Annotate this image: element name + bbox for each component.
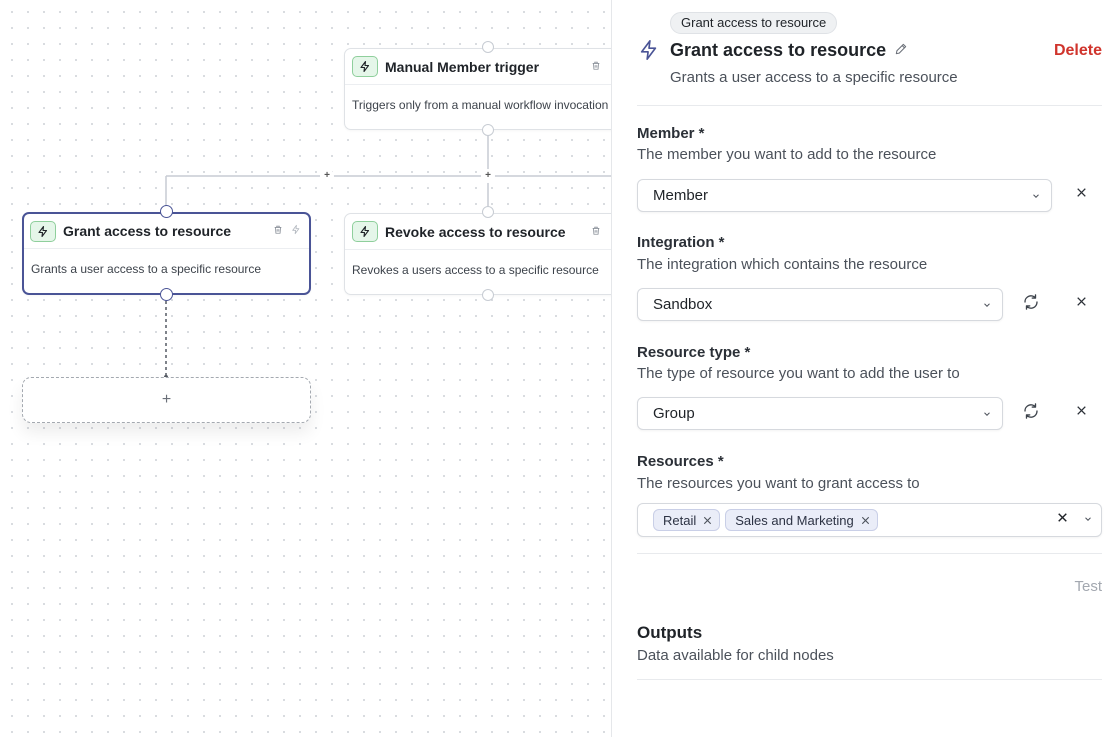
close-icon bbox=[1075, 186, 1088, 204]
resource-tag: Sales and Marketing bbox=[725, 509, 878, 531]
node-config-panel: Grant access to resource Grant access to… bbox=[611, 0, 1120, 737]
resource-type-help: The type of resource you want to add the… bbox=[637, 365, 960, 382]
add-branch-button[interactable]: + bbox=[481, 169, 495, 183]
chevron-down-icon bbox=[982, 409, 992, 419]
panel-title: Grant access to resource bbox=[670, 40, 908, 61]
close-icon bbox=[1075, 295, 1088, 313]
member-select-value: Member bbox=[653, 187, 709, 204]
node-type-chip: Grant access to resource bbox=[670, 12, 838, 34]
member-label: Member * bbox=[637, 125, 705, 142]
integration-label: Integration * bbox=[637, 234, 725, 251]
node-grant-access[interactable]: Grant access to resource Grants a user a… bbox=[22, 212, 311, 295]
resources-help: The resources you want to grant access t… bbox=[637, 475, 920, 492]
clear-integration-button[interactable] bbox=[1070, 293, 1092, 315]
node-title: Revoke access to resource bbox=[385, 223, 566, 240]
add-branch-button[interactable]: + bbox=[320, 169, 334, 183]
node-description: Revokes a users access to a specific res… bbox=[352, 263, 599, 277]
panel-subtitle: Grants a user access to a specific resou… bbox=[670, 69, 958, 86]
bolt-icon bbox=[638, 38, 660, 67]
bolt-icon bbox=[352, 221, 378, 242]
integration-select[interactable]: Sandbox bbox=[637, 288, 1003, 321]
panel-title-text: Grant access to resource bbox=[670, 40, 887, 60]
node-manual-member-trigger[interactable]: Manual Member trigger Triggers only from… bbox=[344, 48, 612, 130]
chevron-down-icon[interactable] bbox=[1083, 511, 1093, 529]
node-output-handle[interactable] bbox=[160, 288, 173, 301]
node-output-handle[interactable] bbox=[482, 289, 494, 301]
node-description: Triggers only from a manual workflow inv… bbox=[352, 98, 609, 112]
divider bbox=[637, 553, 1102, 554]
refresh-integration-button[interactable] bbox=[1020, 293, 1042, 315]
node-header: Grant access to resource bbox=[24, 214, 309, 249]
node-title: Manual Member trigger bbox=[385, 58, 540, 75]
node-description: Grants a user access to a specific resou… bbox=[31, 262, 262, 276]
divider bbox=[637, 105, 1102, 106]
resources-multiselect[interactable]: Retail Sales and Marketing bbox=[637, 503, 1102, 537]
close-icon[interactable] bbox=[702, 515, 713, 526]
workflow-canvas[interactable]: + + Manual Member trigger Triggers only … bbox=[0, 0, 612, 737]
resource-type-select[interactable]: Group bbox=[637, 397, 1003, 430]
node-header: Manual Member trigger bbox=[345, 49, 612, 85]
node-input-handle[interactable] bbox=[482, 41, 494, 53]
clear-resource-type-button[interactable] bbox=[1070, 402, 1092, 424]
resource-tag-label: Retail bbox=[663, 512, 697, 528]
outputs-help: Data available for child nodes bbox=[637, 647, 834, 664]
node-output-handle[interactable] bbox=[482, 124, 494, 136]
close-icon[interactable] bbox=[860, 515, 871, 526]
integration-select-value: Sandbox bbox=[653, 296, 713, 313]
resources-label: Resources * bbox=[637, 453, 724, 470]
test-button[interactable]: Test bbox=[1074, 578, 1102, 595]
resource-type-select-value: Group bbox=[653, 405, 695, 422]
add-node-button[interactable]: + bbox=[22, 377, 311, 423]
node-input-handle[interactable] bbox=[482, 206, 494, 218]
bolt-icon bbox=[30, 220, 56, 242]
refresh-icon bbox=[1022, 402, 1040, 425]
resource-tag: Retail bbox=[653, 509, 721, 531]
pencil-icon[interactable] bbox=[894, 40, 908, 61]
chevron-down-icon bbox=[1031, 191, 1041, 201]
node-header: Revoke access to resource bbox=[345, 214, 612, 250]
bolt-icon[interactable] bbox=[291, 222, 301, 240]
clear-member-button[interactable] bbox=[1070, 184, 1092, 206]
trash-icon[interactable] bbox=[273, 222, 283, 240]
plus-label: + bbox=[161, 391, 172, 408]
node-title: Grant access to resource bbox=[63, 223, 232, 239]
node-revoke-access[interactable]: Revoke access to resource Revokes a user… bbox=[344, 213, 612, 295]
outputs-title: Outputs bbox=[637, 623, 703, 642]
refresh-icon bbox=[1022, 293, 1040, 316]
member-select[interactable]: Member bbox=[637, 179, 1052, 212]
close-icon[interactable] bbox=[1056, 511, 1069, 529]
close-icon bbox=[1075, 404, 1088, 422]
trash-icon[interactable] bbox=[591, 58, 601, 76]
refresh-resource-type-button[interactable] bbox=[1020, 402, 1042, 424]
resource-tag-label: Sales and Marketing bbox=[735, 512, 854, 528]
trash-icon[interactable] bbox=[591, 223, 601, 241]
member-help: The member you want to add to the resour… bbox=[637, 146, 937, 163]
chevron-down-icon bbox=[982, 300, 992, 310]
resource-type-label: Resource type * bbox=[637, 344, 751, 361]
divider bbox=[637, 679, 1102, 680]
delete-button[interactable]: Delete bbox=[1054, 42, 1102, 60]
node-input-handle[interactable] bbox=[160, 205, 173, 218]
integration-help: The integration which contains the resou… bbox=[637, 256, 928, 273]
bolt-icon bbox=[352, 56, 378, 77]
